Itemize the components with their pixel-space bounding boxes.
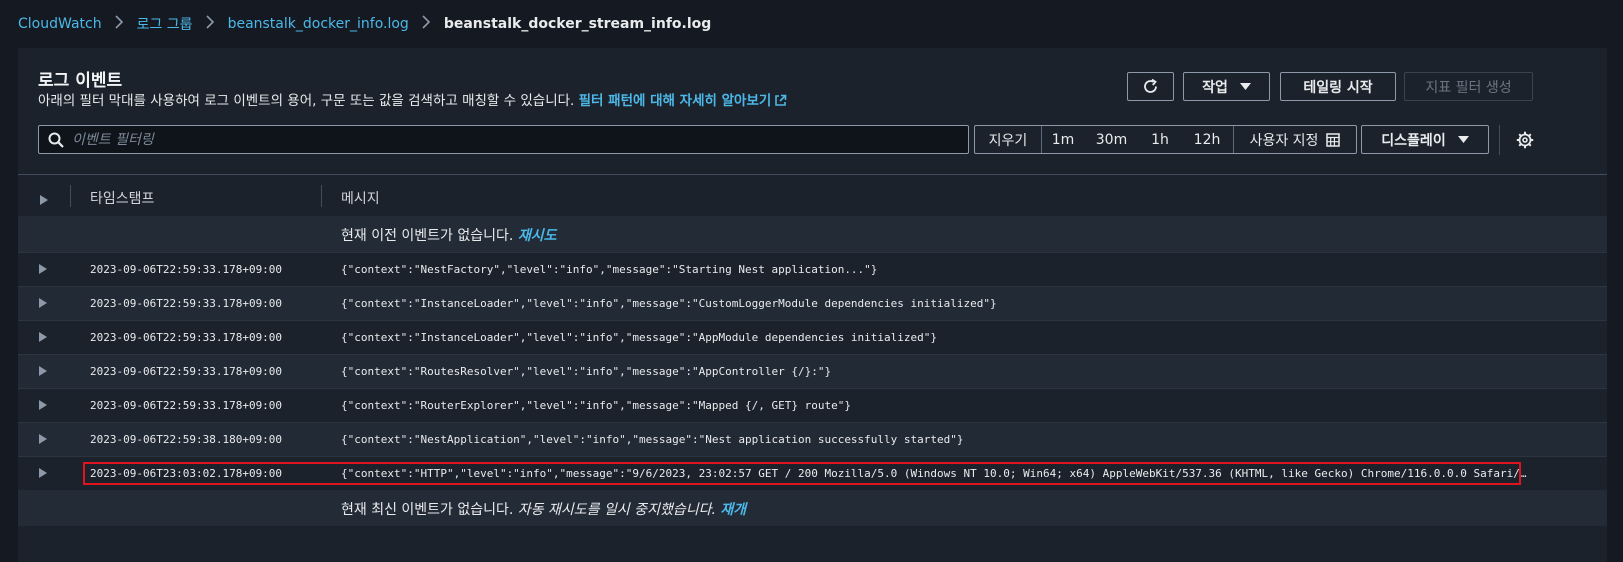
breadcrumb-log-groups[interactable]: 로그 그룹: [137, 14, 193, 34]
refresh-button[interactable]: [1127, 72, 1174, 101]
row-message: {"context":"NestFactory","level":"info",…: [341, 263, 878, 276]
row-message: {"context":"HTTP","level":"info","messag…: [341, 467, 1533, 480]
create-metric-filter-button[interactable]: 지표 필터 생성: [1404, 72, 1533, 101]
chevron-right-icon: [422, 15, 431, 33]
caret-right-icon[interactable]: [39, 395, 47, 414]
calendar-icon: [1326, 132, 1341, 147]
time-range-12h[interactable]: 12h: [1181, 126, 1233, 153]
search-icon: [48, 132, 64, 148]
learn-more-link[interactable]: 필터 패턴에 대해 자세히 알아보기: [579, 93, 788, 109]
row-timestamp: 2023-09-06T22:59:33.178+09:00: [90, 263, 283, 276]
column-header-timestamp: 타임스탬프: [90, 191, 155, 207]
newer-events-text: 현재 최신 이벤트가 없습니다. 자동 재시도를 일시 중지했습니다. 재개: [341, 499, 746, 519]
filter-field[interactable]: [38, 125, 969, 154]
gear-icon[interactable]: [1515, 130, 1535, 150]
time-range-30m[interactable]: 30m: [1084, 126, 1139, 153]
table-row[interactable]: 2023-09-06T22:59:33.178+09:00 {"context":…: [18, 286, 1607, 320]
breadcrumb-log-group[interactable]: beanstalk_docker_info.log: [228, 16, 409, 32]
caret-right-icon[interactable]: [39, 327, 47, 346]
breadcrumb-cloudwatch[interactable]: CloudWatch: [18, 16, 102, 32]
column-divider: [70, 185, 71, 207]
column-header-message: 메시지: [341, 191, 380, 207]
caret-down-icon: [1239, 83, 1251, 90]
caret-right-icon[interactable]: [39, 259, 47, 278]
time-range-1m[interactable]: 1m: [1042, 126, 1084, 153]
learn-more-label[interactable]: 필터 패턴에 대해 자세히 알아보기: [579, 93, 772, 109]
row-timestamp: 2023-09-06T22:59:33.178+09:00: [90, 297, 283, 310]
chevron-right-icon: [205, 15, 215, 33]
caret-right-icon[interactable]: [39, 429, 47, 448]
table-header: 타임스탬프 메시지: [18, 174, 1607, 216]
page-title: 로그 이벤트: [38, 71, 123, 91]
time-range-1h[interactable]: 1h: [1139, 126, 1181, 153]
row-message: {"context":"InstanceLoader","level":"inf…: [341, 331, 938, 344]
auto-retry-paused-text: 자동 재시도를 일시 중지했습니다.: [517, 502, 716, 518]
row-message: {"context":"InstanceLoader","level":"inf…: [341, 297, 997, 310]
row-timestamp: 2023-09-06T22:59:33.178+09:00: [90, 365, 283, 378]
caret-right-icon[interactable]: [39, 361, 47, 380]
older-events-label: 현재 이전 이벤트가 없습니다.: [341, 228, 514, 244]
retry-link[interactable]: 재시도: [518, 228, 557, 244]
older-events-info: 현재 이전 이벤트가 없습니다. 재시도: [18, 216, 1607, 252]
table-row[interactable]: 2023-09-06T22:59:33.178+09:00 {"context":…: [18, 252, 1607, 286]
description-text: 아래의 필터 막대를 사용하여 로그 이벤트의 용어, 구문 또는 값을 검색하…: [38, 93, 575, 109]
time-range-custom-label: 사용자 지정: [1249, 132, 1319, 149]
chevron-right-icon: [115, 15, 124, 33]
table-row[interactable]: 2023-09-06T23:03:02.178+09:00 {"context":…: [18, 456, 1607, 490]
time-range-custom[interactable]: 사용자 지정: [1233, 126, 1356, 153]
log-events-panel: 로그 이벤트 아래의 필터 막대를 사용하여 로그 이벤트의 용어, 구문 또는…: [18, 48, 1607, 562]
table-row[interactable]: 2023-09-06T22:59:33.178+09:00 {"context":…: [18, 388, 1607, 422]
page-description: 아래의 필터 막대를 사용하여 로그 이벤트의 용어, 구문 또는 값을 검색하…: [38, 89, 787, 111]
actions-button[interactable]: 작업: [1183, 72, 1270, 101]
row-timestamp: 2023-09-06T23:03:02.178+09:00: [90, 467, 283, 480]
older-events-text: 현재 이전 이벤트가 없습니다. 재시도: [341, 225, 556, 245]
row-message: {"context":"RoutesResolver","level":"inf…: [341, 365, 832, 378]
row-timestamp: 2023-09-06T22:59:33.178+09:00: [90, 399, 283, 412]
breadcrumb: CloudWatch 로그 그룹 beanstalk_docker_info.l…: [18, 14, 711, 34]
table-row[interactable]: 2023-09-06T22:59:38.180+09:00 {"context":…: [18, 422, 1607, 456]
row-timestamp: 2023-09-06T22:59:38.180+09:00: [90, 433, 283, 446]
caret-right-icon[interactable]: [39, 463, 47, 482]
time-range-clear[interactable]: 지우기: [975, 126, 1042, 153]
breadcrumb-current: beanstalk_docker_stream_info.log: [443, 16, 712, 32]
log-events-table: 타임스탬프 메시지 현재 이전 이벤트가 없습니다. 재시도 2023-09-0…: [18, 174, 1607, 526]
display-label: 디스플레이: [1381, 132, 1446, 149]
caret-right-icon[interactable]: [40, 190, 48, 209]
actions-label: 작업: [1202, 79, 1228, 96]
newer-events-info: 현재 최신 이벤트가 없습니다. 자동 재시도를 일시 중지했습니다. 재개: [18, 490, 1607, 526]
refresh-icon: [1142, 78, 1159, 95]
table-row[interactable]: 2023-09-06T22:59:33.178+09:00 {"context":…: [18, 354, 1607, 388]
row-timestamp: 2023-09-06T22:59:33.178+09:00: [90, 331, 283, 344]
external-link-icon: [774, 94, 787, 111]
caret-down-icon: [1457, 136, 1469, 143]
table-row[interactable]: 2023-09-06T22:59:33.178+09:00 {"context":…: [18, 320, 1607, 354]
caret-right-icon[interactable]: [39, 293, 47, 312]
newer-events-label: 현재 최신 이벤트가 없습니다.: [341, 502, 514, 518]
toolbar-divider: [1499, 125, 1500, 155]
row-message: {"context":"NestApplication","level":"in…: [341, 433, 964, 446]
resume-link[interactable]: 재개: [720, 502, 746, 518]
time-range-selector: 지우기 1m 30m 1h 12h 사용자 지정: [974, 125, 1357, 154]
start-tailing-button[interactable]: 테일링 시작: [1280, 72, 1396, 101]
filter-input[interactable]: [72, 131, 968, 148]
log-rows: 2023-09-06T22:59:33.178+09:00 {"context":…: [18, 252, 1607, 490]
column-divider: [321, 185, 322, 207]
display-button[interactable]: 디스플레이: [1361, 125, 1489, 154]
row-message: {"context":"RouterExplorer","level":"inf…: [341, 399, 851, 412]
